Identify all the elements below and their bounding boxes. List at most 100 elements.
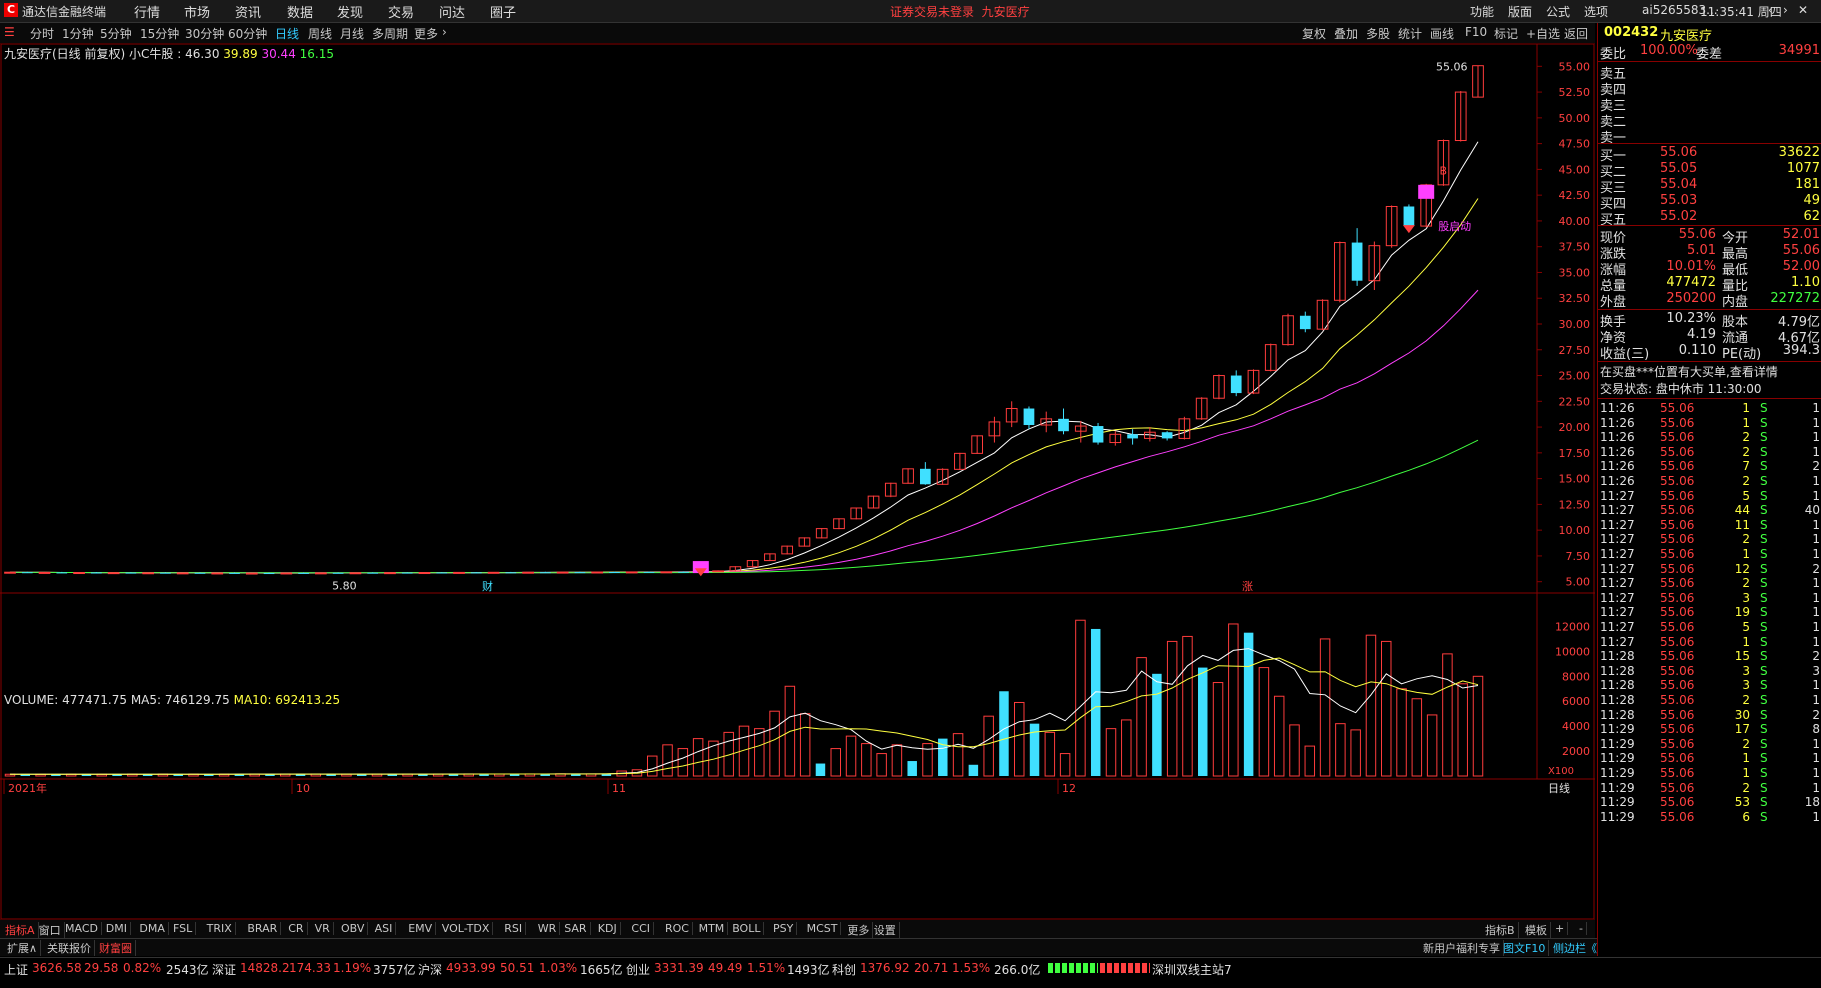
tick-side: S (1760, 576, 1768, 591)
indicator-tab-18[interactable]: CCI (628, 922, 654, 935)
ext-left-1[interactable]: 关联报价 (44, 940, 95, 956)
stock-title-row: 002432 九安医疗 (1600, 25, 1820, 44)
indicator-tab-9[interactable]: VR (312, 922, 334, 935)
chart-tool-7[interactable]: +自选 (1526, 25, 1560, 42)
server-name[interactable]: 深圳双线主站7 (1152, 961, 1232, 978)
tick-time: 11:27 (1600, 517, 1635, 532)
menu-1[interactable]: 市场 (184, 2, 210, 21)
indicator-tab-5[interactable]: FSL (170, 922, 197, 935)
indicator-tab-1[interactable]: 窗口 (36, 922, 65, 938)
chart-tool-8[interactable]: 返回 (1564, 25, 1588, 42)
indicator-tab-8[interactable]: CR (285, 922, 308, 935)
title-right-3[interactable]: 选项 (1584, 3, 1608, 20)
big-order-message[interactable]: 在买盘***位置有大买单,查看详情 (1600, 363, 1820, 381)
menu-3[interactable]: 数据 (287, 2, 313, 21)
indicator-right-3[interactable]: - (1576, 922, 1587, 935)
candle-body (56, 572, 68, 574)
period-tab-2[interactable]: 5分钟 (100, 25, 132, 42)
period-tab-9[interactable]: 多周期 (372, 25, 408, 42)
limit-up-marker: 涨 (1242, 580, 1253, 593)
indicator-tab-23[interactable]: MCST (804, 922, 842, 935)
tick-count: 2 (1812, 459, 1820, 474)
menu-6[interactable]: 问达 (439, 2, 465, 21)
ext-right-1[interactable]: 侧边栏《 (1550, 940, 1601, 956)
volume-bar (677, 748, 689, 777)
indicator-tab-11[interactable]: ASI (372, 922, 397, 935)
indicator-right-2[interactable]: + (1552, 922, 1569, 935)
chart-tool-0[interactable]: 复权 (1302, 25, 1326, 42)
chart-tool-6[interactable]: 标记 (1494, 25, 1518, 42)
title-right-0[interactable]: 功能 (1470, 3, 1494, 20)
period-tab-5[interactable]: 60分钟 (228, 25, 267, 42)
indicator-tab-15[interactable]: WR (535, 922, 561, 935)
menu-7[interactable]: 圈子 (490, 2, 516, 21)
period-tab-3[interactable]: 15分钟 (140, 25, 179, 42)
finance-marker: 财 (482, 579, 493, 593)
ext-right-0[interactable]: 图文F10 (1500, 940, 1550, 956)
more-chevron-icon[interactable]: › (442, 25, 447, 39)
close-icon[interactable]: ✕ (1798, 3, 1808, 17)
period-tab-8[interactable]: 月线 (340, 25, 364, 42)
ma5-line (9, 141, 1479, 574)
menu-0[interactable]: 行情 (134, 2, 160, 21)
indicator-tab-0[interactable]: 指标A (2, 922, 39, 938)
indicator-tabs: 指标A 窗口 MACD DMI DMA FSL TRIX BRAR CR VR OBV ASI EMV V… (0, 919, 1595, 938)
tick-time: 11:26 (1600, 415, 1635, 430)
period-tab-10[interactable]: 更多 (414, 25, 438, 42)
menu-2[interactable]: 资讯 (235, 2, 261, 21)
period-tab-7[interactable]: 周线 (308, 25, 332, 42)
volume-ma5: MA5: 746129.75 (130, 693, 230, 707)
period-menu-icon[interactable]: ☰ (4, 25, 15, 39)
indicator-tab-22[interactable]: PSY (770, 922, 798, 935)
title-right-2[interactable]: 公式 (1546, 3, 1570, 20)
indicator-tab-25[interactable]: 设置 (871, 922, 900, 938)
ext-left-2[interactable]: 财富圈 (96, 940, 136, 956)
tick-time: 11:28 (1600, 678, 1635, 693)
indicator-tab-14[interactable]: RSI (501, 922, 527, 935)
indicator-tab-21[interactable]: BOLL (729, 922, 765, 935)
buy-price-0: 55.06 (1660, 145, 1698, 160)
ma20-line (9, 289, 1479, 574)
login-notice[interactable]: 证券交易未登录 九安医疗 (890, 3, 1030, 20)
new-user-promo[interactable]: 新用户福利专享 (1420, 940, 1504, 956)
indicator-tab-24[interactable]: 更多 (844, 922, 874, 938)
sh-pct: 0.82% (123, 961, 162, 975)
period-tab-4[interactable]: 30分钟 (185, 25, 224, 42)
chart-tool-2[interactable]: 多股 (1366, 25, 1390, 42)
indicator-tab-13[interactable]: VOL-TDX (439, 922, 494, 935)
back-arrow-icon[interactable]: ‹ (1768, 3, 1773, 17)
indicator-right-1[interactable]: 模板 (1522, 922, 1551, 938)
period-tab-1[interactable]: 1分钟 (62, 25, 94, 42)
chart-tool-1[interactable]: 叠加 (1334, 25, 1358, 42)
price-axis-label-13: 22.50 (1559, 395, 1591, 408)
indicator-tab-20[interactable]: MTM (696, 922, 729, 935)
indicator-tab-2[interactable]: MACD (62, 922, 102, 935)
indicator-tab-10[interactable]: OBV (338, 922, 369, 935)
indicator-tab-3[interactable]: DMI (103, 922, 132, 935)
period-tab-6[interactable]: 日线 (275, 25, 299, 42)
indicator-tab-12[interactable]: EMV (405, 922, 437, 935)
candle-body (107, 572, 120, 575)
menu-4[interactable]: 发现 (337, 2, 363, 21)
indicator-tab-6[interactable]: TRIX (204, 922, 236, 935)
indicator-right-0[interactable]: 指标B (1482, 922, 1519, 938)
stat-l2-4: 内盘 (1722, 295, 1749, 310)
indicator-tab-17[interactable]: KDJ (595, 922, 621, 935)
chart-tool-5[interactable]: F10 (1465, 25, 1487, 39)
indicator-tab-16[interactable]: SAR (561, 922, 591, 935)
chart-tool-3[interactable]: 统计 (1398, 25, 1422, 42)
tick-side: S (1760, 547, 1768, 561)
period-tab-0[interactable]: 分时 (30, 25, 54, 42)
menu-5[interactable]: 交易 (388, 2, 414, 21)
quote-panel: 002432 九安医疗 委比 100.00% 委差 34991 卖五 卖四 卖三 卖二 卖一 买一 55… (1597, 23, 1821, 956)
forward-arrow-icon[interactable]: › (1783, 3, 1788, 17)
ext-left-0[interactable]: 扩展∧ (4, 940, 42, 956)
chart-tool-4[interactable]: 画线 (1430, 25, 1454, 42)
tick-time: 11:29 (1600, 751, 1635, 766)
title-right-1[interactable]: 版面 (1508, 3, 1532, 20)
indicator-tab-7[interactable]: BRAR (244, 922, 282, 935)
buy-vol-3: 49 (1803, 193, 1820, 208)
indicator-tab-19[interactable]: ROC (662, 922, 693, 935)
kline-chart[interactable]: 55.00 52.50 50.00 47.50 45.00 42.50 40.00 37.50… (0, 44, 1595, 920)
indicator-tab-4[interactable]: DMA (136, 922, 169, 935)
